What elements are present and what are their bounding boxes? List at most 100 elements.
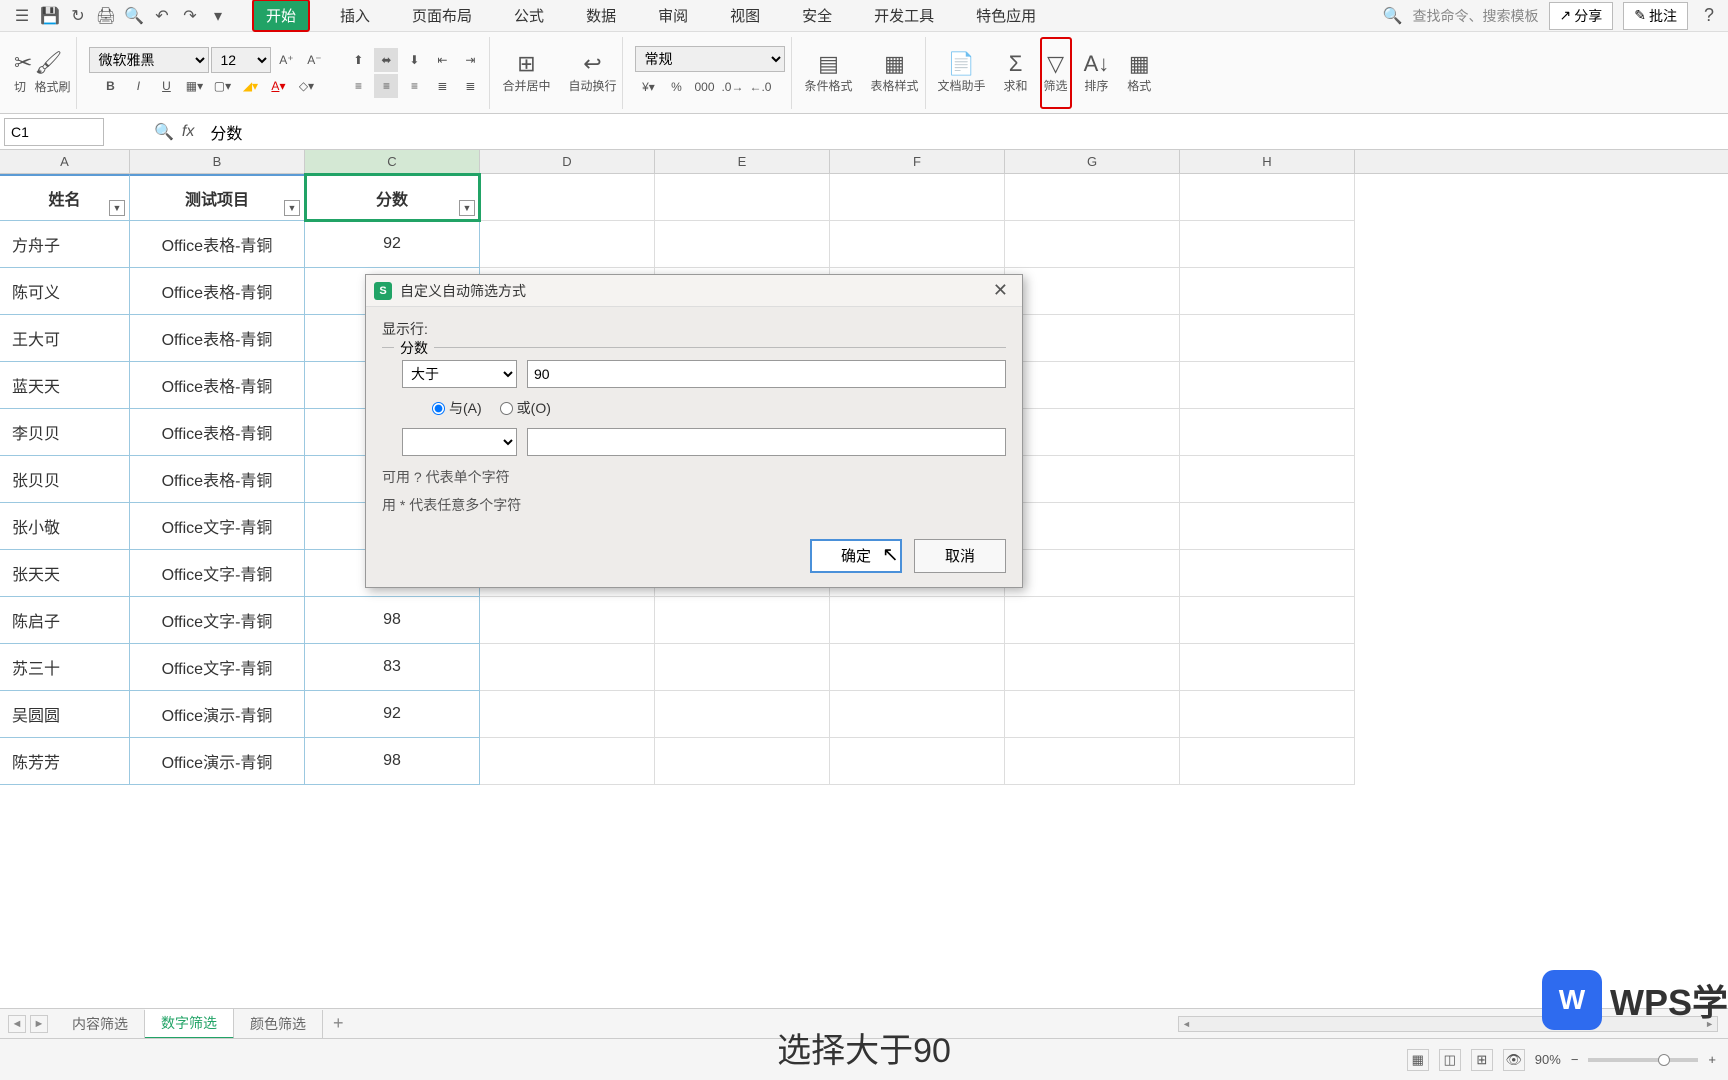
filter-arrow-icon[interactable]: ▼ <box>459 200 475 216</box>
zoom-icon[interactable]: 🔍 <box>154 122 174 142</box>
cell-project[interactable]: Office演示-青铜 <box>130 738 305 785</box>
cell-project[interactable]: Office表格-青铜 <box>130 362 305 409</box>
print-icon[interactable]: 🖨 <box>94 4 118 28</box>
cell-project[interactable]: Office表格-青铜 <box>130 315 305 362</box>
cell-score[interactable]: 98 <box>305 597 480 644</box>
cell-project[interactable]: Office表格-青铜 <box>130 409 305 456</box>
paint-icon[interactable]: 🖌 <box>34 50 70 76</box>
tab-layout[interactable]: 页面布局 <box>400 1 484 30</box>
cell-name[interactable]: 陈芳芳 <box>0 738 130 785</box>
cell-project[interactable]: Office文字-青铜 <box>130 644 305 691</box>
sheet-tab-3[interactable]: 颜色筛选 <box>234 1010 323 1038</box>
cell-name[interactable]: 苏三十 <box>0 644 130 691</box>
tab-formula[interactable]: 公式 <box>502 1 556 30</box>
header-name[interactable]: 姓名▼ <box>0 174 130 221</box>
zoom-level[interactable]: 90% <box>1535 1052 1561 1067</box>
cell-name[interactable]: 方舟子 <box>0 221 130 268</box>
cell-name[interactable]: 陈启子 <box>0 597 130 644</box>
cancel-button[interactable]: 取消 <box>914 539 1006 573</box>
font-color-icon[interactable]: A▾ <box>266 74 290 98</box>
table-style-group[interactable]: ▦表格样式 <box>865 37 926 109</box>
currency-icon[interactable]: ¥▾ <box>636 75 660 99</box>
zoom-slider[interactable] <box>1588 1058 1698 1062</box>
search-icon[interactable]: 🔍 <box>1383 6 1403 26</box>
percent-icon[interactable]: % <box>664 75 688 99</box>
reading-icon[interactable]: 👁 <box>1503 1049 1525 1071</box>
cell-name[interactable]: 陈可义 <box>0 268 130 315</box>
col-head-g[interactable]: G <box>1005 150 1180 173</box>
value-2-input[interactable] <box>527 428 1006 456</box>
tab-start[interactable]: 开始 <box>252 0 310 32</box>
clear-format-icon[interactable]: ◇▾ <box>294 74 318 98</box>
cell-name[interactable]: 李贝贝 <box>0 409 130 456</box>
italic-icon[interactable]: I <box>126 74 150 98</box>
justify-icon[interactable]: ≣ <box>430 74 454 98</box>
sync-icon[interactable]: ↻ <box>66 4 90 28</box>
indent-inc-icon[interactable]: ⇥ <box>458 48 482 72</box>
cell-name[interactable]: 张天天 <box>0 550 130 597</box>
align-top-icon[interactable]: ⬆ <box>346 48 370 72</box>
col-head-d[interactable]: D <box>480 150 655 173</box>
align-bottom-icon[interactable]: ⬇ <box>402 48 426 72</box>
cell-project[interactable]: Office表格-青铜 <box>130 221 305 268</box>
align-center-icon[interactable]: ≡ <box>374 74 398 98</box>
cell-name[interactable]: 张小敬 <box>0 503 130 550</box>
cell-name[interactable]: 张贝贝 <box>0 456 130 503</box>
doc-assist-group[interactable]: 📄文档助手 <box>932 37 992 109</box>
tab-dev[interactable]: 开发工具 <box>862 1 946 30</box>
font-select[interactable]: 微软雅黑 <box>89 47 209 73</box>
and-radio[interactable]: 与(A) <box>432 398 482 418</box>
tab-insert[interactable]: 插入 <box>328 1 382 30</box>
distribute-icon[interactable]: ≣ <box>458 74 482 98</box>
cell-project[interactable]: Office表格-青铜 <box>130 268 305 315</box>
save-icon[interactable]: 💾 <box>38 4 62 28</box>
tab-review[interactable]: 审阅 <box>646 1 700 30</box>
view-normal-icon[interactable]: ▦ <box>1407 1049 1429 1071</box>
cell-score[interactable]: 98 <box>305 738 480 785</box>
sheet-tab-2[interactable]: 数字筛选 <box>145 1009 234 1039</box>
cell-fill-icon[interactable]: ▢▾ <box>210 74 234 98</box>
col-head-e[interactable]: E <box>655 150 830 173</box>
sum-group[interactable]: Σ求和 <box>998 37 1034 109</box>
cell-name[interactable]: 蓝天天 <box>0 362 130 409</box>
col-head-b[interactable]: B <box>130 150 305 173</box>
col-head-a[interactable]: A <box>0 150 130 173</box>
header-score[interactable]: 分数▼ <box>305 174 480 221</box>
tab-data[interactable]: 数据 <box>574 1 628 30</box>
filter-group[interactable]: ▽筛选 <box>1040 37 1072 109</box>
border-icon[interactable]: ▦▾ <box>182 74 206 98</box>
col-head-c[interactable]: C <box>305 150 480 173</box>
search-hint[interactable]: 查找命令、搜索模板 <box>1413 6 1539 26</box>
font-shrink-icon[interactable]: A⁻ <box>302 48 326 72</box>
value-1-input[interactable] <box>527 360 1006 388</box>
align-middle-icon[interactable]: ⬌ <box>374 48 398 72</box>
or-radio[interactable]: 或(O) <box>500 398 551 418</box>
dialog-titlebar[interactable]: S 自定义自动筛选方式 ✕ <box>366 275 1022 307</box>
align-left-icon[interactable]: ≡ <box>346 74 370 98</box>
cond-format-group[interactable]: ▤条件格式 <box>798 37 858 109</box>
name-box[interactable] <box>4 118 104 146</box>
dec-inc-icon[interactable]: .0→ <box>720 75 744 99</box>
cell-score[interactable]: 92 <box>305 691 480 738</box>
dec-dec-icon[interactable]: ←.0 <box>748 75 772 99</box>
zoom-out-icon[interactable]: − <box>1571 1052 1579 1067</box>
sheet-last-icon[interactable]: ► <box>30 1015 48 1033</box>
align-right-icon[interactable]: ≡ <box>402 74 426 98</box>
help-icon[interactable]: ? <box>1698 5 1720 26</box>
underline-icon[interactable]: U <box>154 74 178 98</box>
cell-score[interactable]: 83 <box>305 644 480 691</box>
view-break-icon[interactable]: ⊞ <box>1471 1049 1493 1071</box>
col-head-h[interactable]: H <box>1180 150 1355 173</box>
preview-icon[interactable]: 🔍 <box>122 4 146 28</box>
sheet-tab-1[interactable]: 内容筛选 <box>56 1010 145 1038</box>
menu-icon[interactable]: ☰ <box>10 4 34 28</box>
cell-name[interactable]: 王大可 <box>0 315 130 362</box>
cell-name[interactable]: 吴圆圆 <box>0 691 130 738</box>
wrap-group[interactable]: ↩自动换行 <box>562 37 623 109</box>
ok-button[interactable]: 确定 <box>810 539 902 573</box>
close-icon[interactable]: ✕ <box>987 280 1014 301</box>
cell-project[interactable]: Office文字-青铜 <box>130 503 305 550</box>
tab-security[interactable]: 安全 <box>790 1 844 30</box>
cell-project[interactable]: Office文字-青铜 <box>130 597 305 644</box>
tab-special[interactable]: 特色应用 <box>964 1 1048 30</box>
